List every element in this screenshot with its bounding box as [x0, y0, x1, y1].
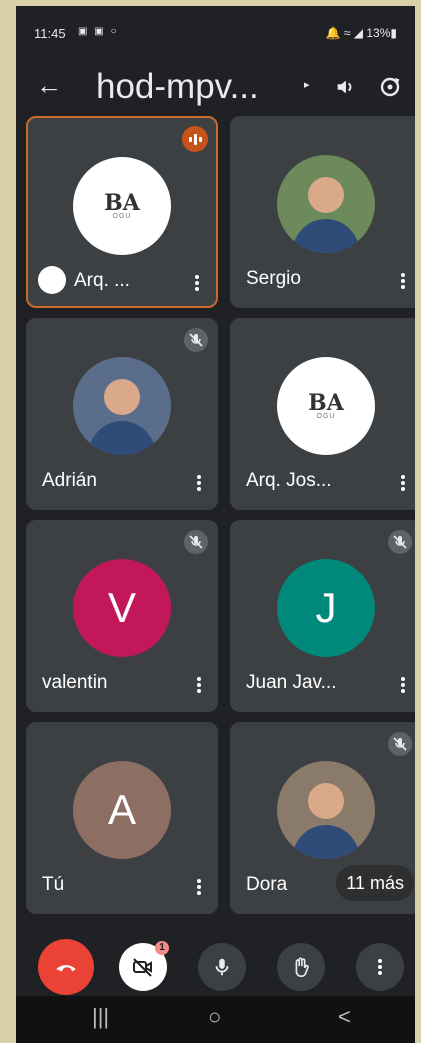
status-bar: 11:45 ▣ ▣ ○ 🔔 ≈ ◢ 13%▮ [16, 6, 415, 56]
letter-avatar: A [73, 761, 171, 859]
hang-up-icon [56, 965, 76, 972]
letter-avatar: V [73, 559, 171, 657]
mic-off-icon [184, 530, 208, 554]
status-right-icons: 🔔 ≈ ◢ 13%▮ [325, 26, 397, 40]
notification-icons: ▣ ▣ ○ [78, 26, 119, 37]
logo-text: BA [104, 189, 140, 216]
switch-camera-icon[interactable] [378, 75, 402, 104]
company-logo-avatar: BA OGU [277, 357, 375, 455]
avatar-initial: V [107, 584, 136, 631]
tile-more-options-icon[interactable] [400, 272, 406, 290]
participant-tile[interactable]: Vvalentin [26, 520, 218, 712]
status-time: 11:45 [34, 26, 66, 41]
participant-tile[interactable]: BA OGU Arq. Jos... [230, 318, 415, 510]
tile-more-options-icon[interactable] [400, 474, 406, 492]
participant-tile[interactable]: Dora 11 más [230, 722, 415, 914]
tile-more-options-icon[interactable] [196, 676, 202, 694]
avatar-initial: J [315, 584, 337, 631]
participant-name: Tú [42, 874, 65, 895]
speaking-indicator-icon [182, 126, 208, 152]
mic-off-icon [388, 732, 412, 756]
back-arrow-icon[interactable]: ← [36, 72, 62, 98]
logo-text: BA [308, 389, 344, 416]
participant-name: Adrián [42, 470, 97, 491]
profile-photo-avatar [73, 357, 171, 455]
letter-avatar: J [277, 559, 375, 657]
raise-hand-button[interactable] [277, 943, 325, 991]
call-header: ← hod-mpv... ▸ [16, 56, 415, 118]
participant-tile[interactable]: Adrián [26, 318, 218, 510]
back-nav-icon[interactable]: < [338, 1004, 351, 1030]
tile-more-options-icon[interactable] [196, 878, 202, 896]
recents-nav-icon[interactable]: ||| [92, 1004, 109, 1030]
tile-more-options-icon[interactable] [194, 274, 200, 292]
participant-name: Dora [246, 874, 288, 895]
participant-name: valentin [42, 672, 108, 693]
participant-name: Juan Jav... [246, 672, 337, 693]
avatar-initial: A [107, 786, 136, 833]
meeting-code-title[interactable]: hod-mpv... [96, 68, 259, 106]
tile-more-options-icon[interactable] [196, 474, 202, 492]
mic-off-icon [388, 530, 412, 554]
participant-name: Arq. ... [74, 270, 130, 291]
participant-name: Arq. Jos... [246, 470, 332, 491]
android-nav-bar: ||| ○ < [16, 996, 415, 1043]
speaker-icon[interactable] [334, 76, 356, 103]
camera-toggle-button[interactable]: 1 [119, 941, 169, 991]
mic-off-icon [184, 328, 208, 352]
participant-name: Sergio [246, 268, 301, 289]
notification-badge: 1 [155, 941, 169, 955]
company-logo-avatar: BA OGU [73, 157, 171, 255]
profile-photo-avatar [277, 761, 375, 859]
end-call-button[interactable] [38, 939, 94, 995]
participant-tile[interactable]: Sergio [230, 116, 415, 308]
participant-tile[interactable]: BA OGU Arq. ... [26, 116, 218, 308]
meet-call-screen: 11:45 ▣ ▣ ○ 🔔 ≈ ◢ 13%▮ ← hod-mpv... ▸ BA… [16, 6, 415, 1043]
pin-avatar-icon [38, 266, 66, 294]
microphone-icon [215, 958, 229, 976]
chevron-right-icon[interactable]: ▸ [304, 78, 310, 91]
home-nav-icon[interactable]: ○ [208, 1004, 221, 1030]
profile-photo-avatar [277, 155, 375, 253]
call-controls: 1 [16, 931, 415, 995]
more-vert-icon [377, 958, 383, 976]
more-options-button[interactable] [356, 943, 404, 991]
microphone-button[interactable] [198, 943, 246, 991]
hand-icon [295, 957, 309, 977]
participant-tile[interactable]: A Tú [26, 722, 218, 914]
camera-off-icon [133, 958, 152, 977]
more-participants-button[interactable]: 11 más [336, 865, 414, 901]
tile-more-options-icon[interactable] [400, 676, 406, 694]
participant-tile[interactable]: J Juan Jav... [230, 520, 415, 712]
